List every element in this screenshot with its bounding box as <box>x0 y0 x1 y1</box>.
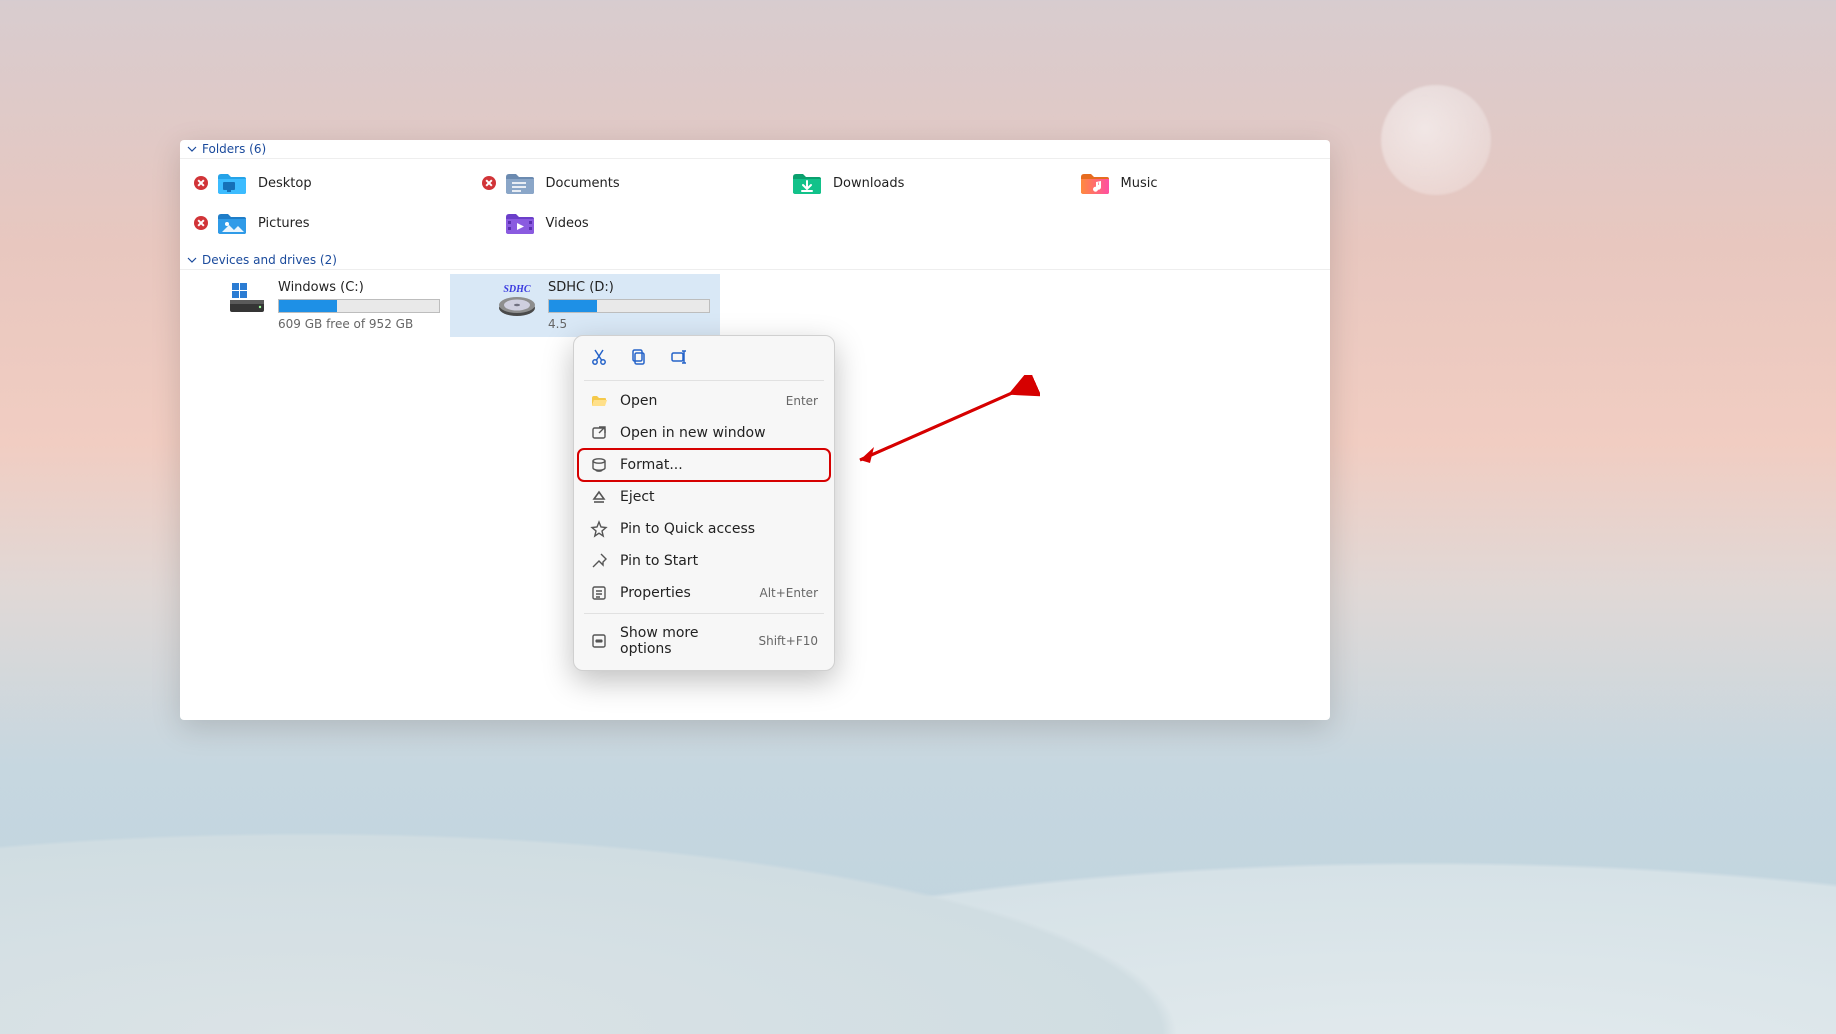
menu-label: Properties <box>620 585 747 601</box>
videos-folder-icon <box>504 209 536 237</box>
drive-free-text: 609 GB free of 952 GB <box>278 317 440 331</box>
menu-show-more-options[interactable]: Show more options Shift+F10 <box>578 618 830 664</box>
folder-label: Videos <box>546 216 589 231</box>
drives-section-header[interactable]: Devices and drives (2) <box>180 251 1330 270</box>
properties-icon <box>590 584 608 602</box>
pin-icon <box>590 552 608 570</box>
format-icon <box>590 456 608 474</box>
folders-section-label: Folders (6) <box>202 142 266 156</box>
menu-label: Pin to Start <box>620 553 818 569</box>
svg-text:SDHC: SDHC <box>503 284 531 295</box>
music-folder-icon <box>1079 169 1111 197</box>
menu-label: Show more options <box>620 625 746 657</box>
menu-separator <box>584 380 824 381</box>
folder-desktop[interactable]: Desktop <box>180 163 468 203</box>
folder-music[interactable]: Music <box>1043 163 1331 203</box>
context-menu-toolbar <box>578 342 830 376</box>
drives-section-label: Devices and drives (2) <box>202 253 337 267</box>
menu-open[interactable]: Open Enter <box>578 385 830 417</box>
drives-row: Windows (C:) 609 GB free of 952 GB SDHC … <box>180 270 1330 337</box>
more-options-icon <box>590 632 608 650</box>
drive-name: SDHC (D:) <box>548 280 710 295</box>
sdhc-drive-icon: SDHC <box>496 280 538 318</box>
copy-button[interactable] <box>628 346 650 368</box>
documents-folder-icon <box>504 169 536 197</box>
folder-pictures[interactable]: Pictures <box>180 203 468 243</box>
downloads-folder-icon <box>791 169 823 197</box>
folder-label: Downloads <box>833 176 904 191</box>
drive-usage-bar <box>278 299 440 313</box>
rename-button[interactable] <box>668 346 690 368</box>
cut-button[interactable] <box>588 346 610 368</box>
moon-decoration <box>1381 85 1491 195</box>
drive-sdhc-d[interactable]: SDHC SDHC (D:) 4.5 <box>450 274 720 337</box>
menu-format[interactable]: Format... <box>578 449 830 481</box>
menu-properties[interactable]: Properties Alt+Enter <box>578 577 830 609</box>
folder-documents[interactable]: Documents <box>468 163 756 203</box>
new-window-icon <box>590 424 608 442</box>
desktop-folder-icon <box>216 169 248 197</box>
menu-pin-start[interactable]: Pin to Start <box>578 545 830 577</box>
folder-downloads[interactable]: Downloads <box>755 163 1043 203</box>
menu-label: Format... <box>620 457 818 473</box>
folder-open-icon <box>590 392 608 410</box>
folder-videos[interactable]: Videos <box>468 203 756 243</box>
folders-section-header[interactable]: Folders (6) <box>180 140 1330 159</box>
menu-label: Pin to Quick access <box>620 521 818 537</box>
menu-separator <box>584 613 824 614</box>
sync-error-icon <box>194 216 208 230</box>
windows-drive-icon <box>226 280 268 318</box>
folder-label: Music <box>1121 176 1158 191</box>
chevron-down-icon <box>186 143 198 155</box>
menu-label: Open <box>620 393 774 409</box>
chevron-down-icon <box>186 254 198 266</box>
menu-label: Open in new window <box>620 425 818 441</box>
sync-error-icon <box>482 176 496 190</box>
folder-label: Pictures <box>258 216 309 231</box>
menu-eject[interactable]: Eject <box>578 481 830 513</box>
drive-name: Windows (C:) <box>278 280 440 295</box>
star-icon <box>590 520 608 538</box>
drive-free-text: 4.5 <box>548 317 710 331</box>
drive-windows-c[interactable]: Windows (C:) 609 GB free of 952 GB <box>180 274 450 337</box>
eject-icon <box>590 488 608 506</box>
pictures-folder-icon <box>216 209 248 237</box>
folder-label: Desktop <box>258 176 312 191</box>
folders-grid: Desktop Documents Downloads Music <box>180 159 1330 251</box>
menu-shortcut: Shift+F10 <box>758 634 818 648</box>
menu-open-new-window[interactable]: Open in new window <box>578 417 830 449</box>
folder-label: Documents <box>546 176 620 191</box>
sync-error-icon <box>194 176 208 190</box>
menu-label: Eject <box>620 489 818 505</box>
menu-shortcut: Enter <box>786 394 818 408</box>
menu-shortcut: Alt+Enter <box>759 586 818 600</box>
drive-usage-bar <box>548 299 710 313</box>
context-menu: Open Enter Open in new window Format... … <box>573 335 835 671</box>
menu-pin-quick-access[interactable]: Pin to Quick access <box>578 513 830 545</box>
